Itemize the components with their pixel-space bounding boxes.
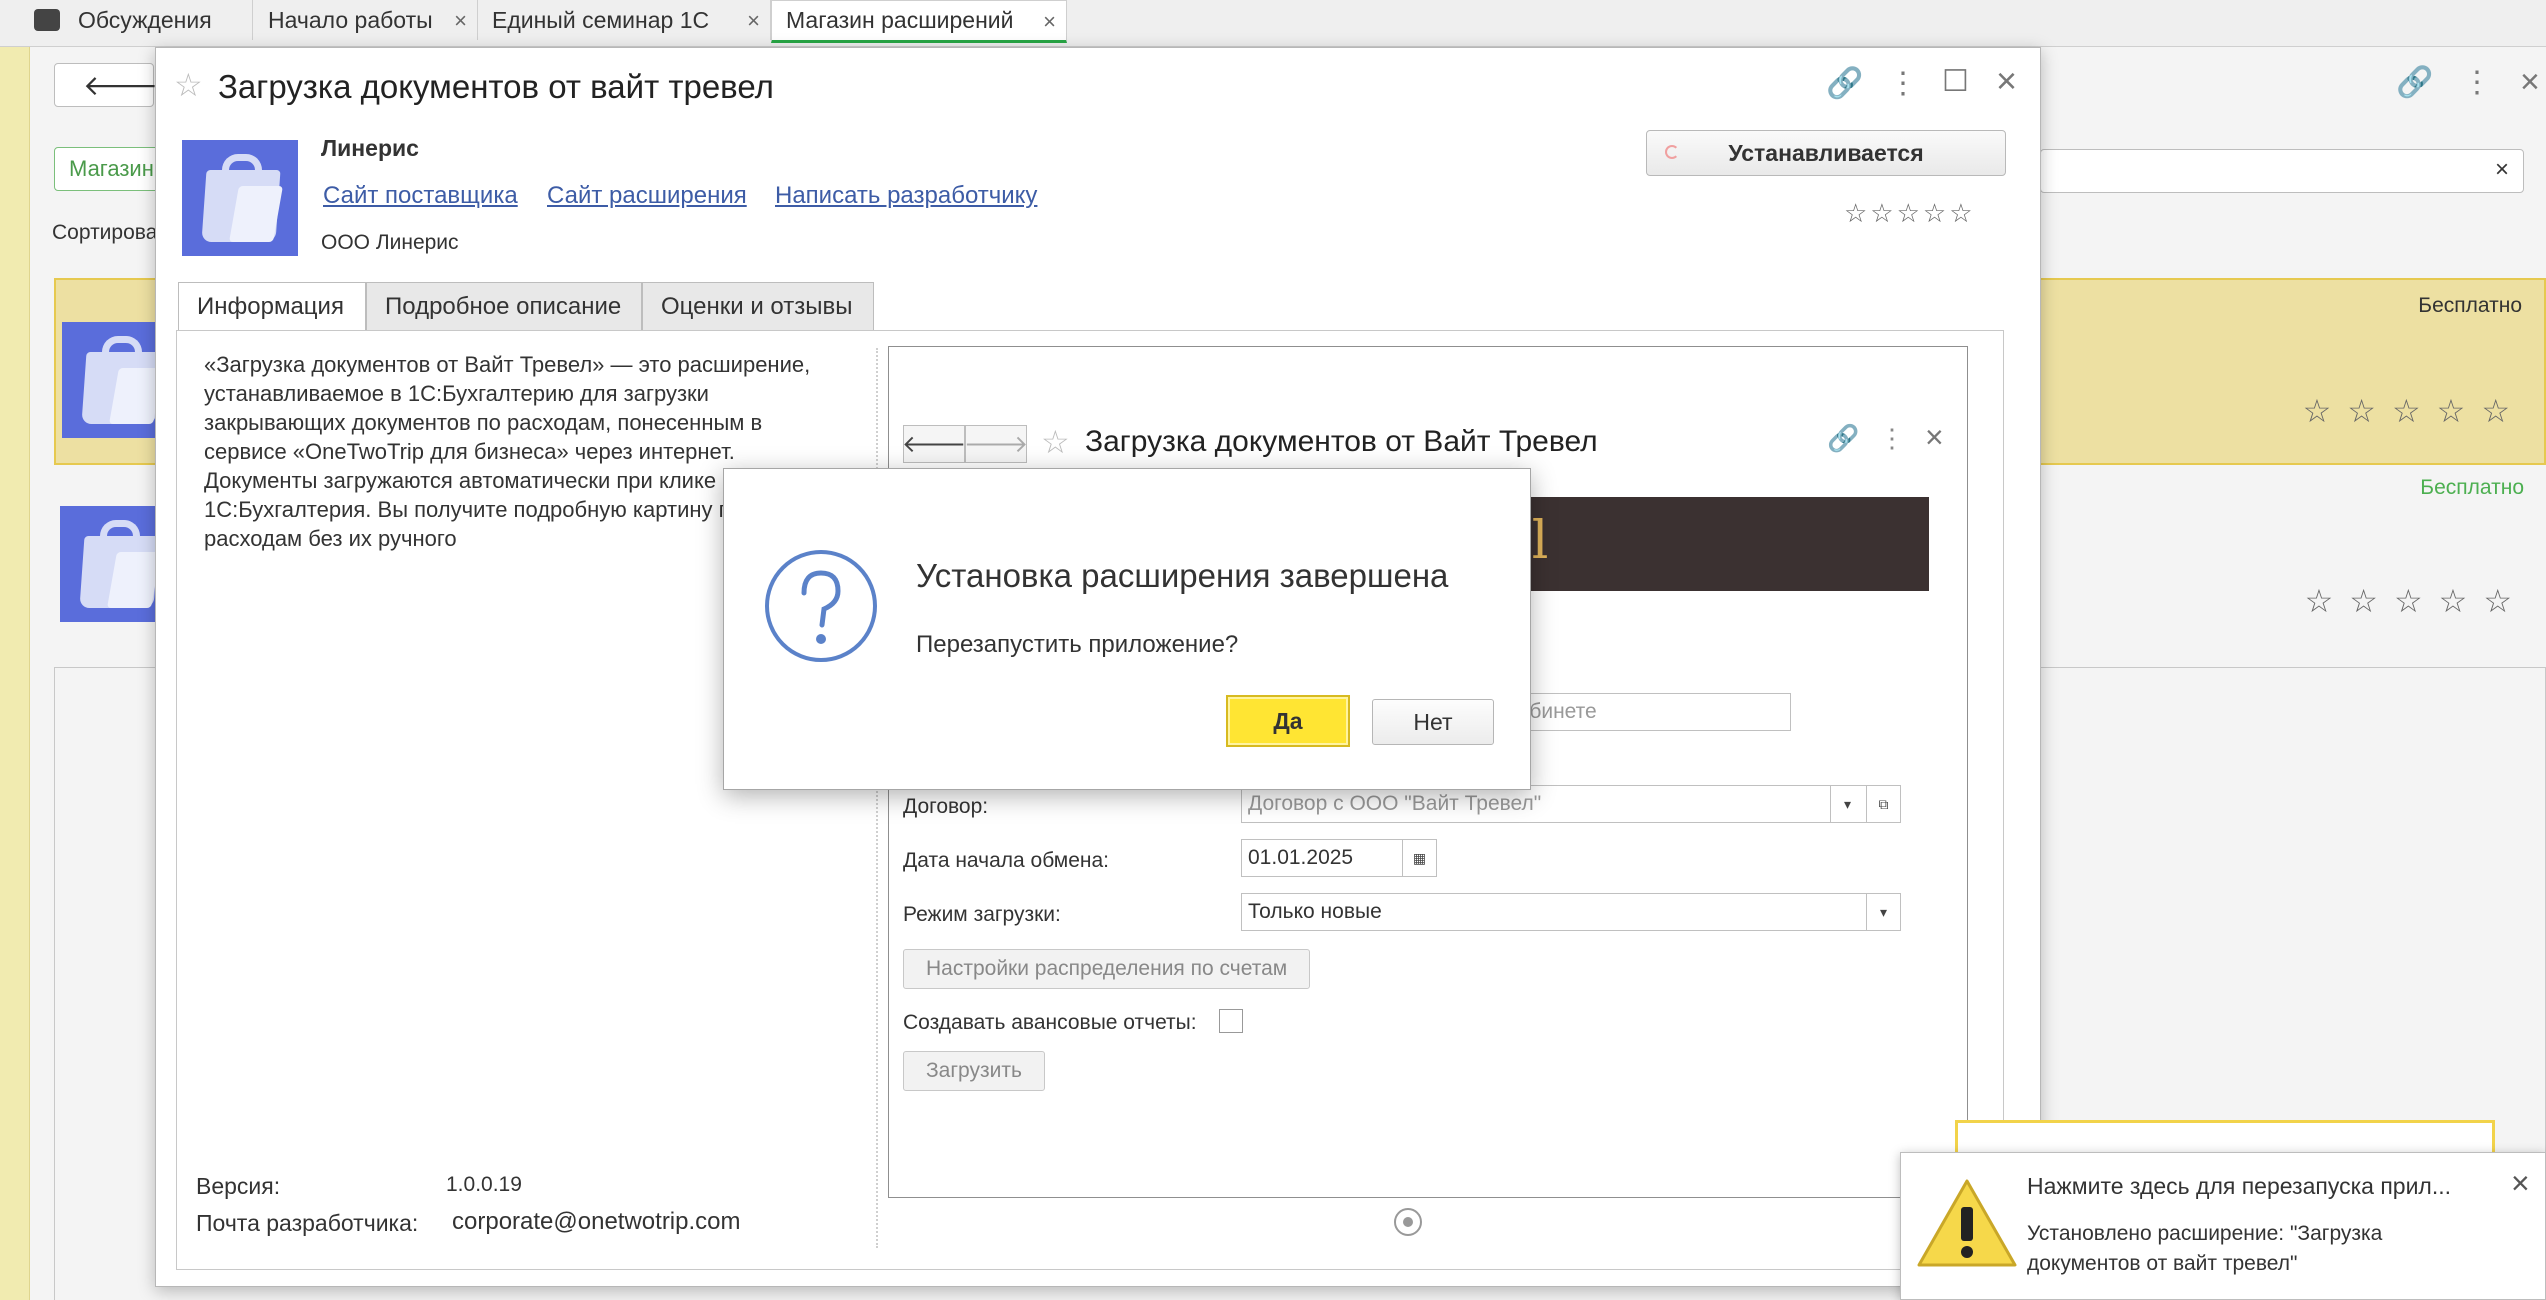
clear-icon[interactable]: ×: [2495, 156, 2509, 184]
section-tabs-bar: Обсуждения Начало работы × Единый семина…: [0, 0, 2546, 47]
distribution-settings-button: Настройки распределения по счетам: [903, 949, 1311, 989]
rating-stars[interactable]: ☆☆☆☆☆: [1844, 198, 1976, 229]
version-value: 1.0.0.19: [446, 1173, 522, 1196]
more-icon[interactable]: ⋮: [1888, 66, 1918, 101]
field-text: Договор с ООО "Вайт Тревел": [1248, 792, 1542, 815]
company-name: ООО Линерис: [321, 231, 459, 254]
notification-text: Установлено расширение: "Загрузка докуме…: [2027, 1222, 2383, 1275]
contract-label: Договор:: [903, 795, 989, 818]
arrow-left-icon: 🡐: [83, 70, 159, 101]
write-developer-link[interactable]: Написать разработчику: [775, 182, 1037, 210]
tab-label: Информация: [197, 293, 344, 320]
close-icon[interactable]: ×: [454, 8, 467, 34]
carousel-dot-icon[interactable]: [1394, 1208, 1422, 1236]
tab-label: Единый семинар 1С: [492, 6, 710, 33]
close-icon[interactable]: ×: [1996, 60, 2017, 102]
tab-seminar[interactable]: Единый семинар 1С ×: [478, 0, 771, 40]
link-icon[interactable]: 🔗: [1826, 66, 1863, 101]
tag-label: Магазин: [69, 156, 154, 181]
developer-email-label: Почта разработчика:: [196, 1210, 419, 1236]
dialog-title: Установка расширения завершена: [916, 557, 1449, 594]
maximize-icon[interactable]: ☐: [1942, 64, 1969, 99]
arrow-right-icon: 🡒: [963, 431, 1029, 458]
extension-site-link[interactable]: Сайт расширения: [547, 182, 747, 210]
vendor-logo-banner: el: [1497, 497, 1929, 591]
favorite-star-icon[interactable]: ☆: [174, 66, 203, 104]
window-title: Загрузка документов от вайт тревел: [218, 68, 774, 105]
vendor-name: Линерис: [321, 135, 419, 161]
back-button: 🡐: [901, 425, 967, 463]
tab-getting-started[interactable]: Начало работы ×: [254, 0, 478, 40]
date-label: Дата начала обмена:: [903, 849, 1110, 872]
no-button[interactable]: Нет: [1372, 699, 1494, 745]
tab-label: Подробное описание: [385, 292, 622, 320]
install-status-button[interactable]: Устанавливается: [1646, 130, 2006, 176]
more-icon[interactable]: ⋮: [2462, 65, 2492, 100]
close-icon[interactable]: ×: [1043, 9, 1056, 35]
close-icon[interactable]: ×: [747, 8, 760, 34]
restart-notification[interactable]: Нажмите здесь для перезапуска прил... × …: [1900, 1152, 2546, 1300]
link-icon: 🔗: [1827, 423, 1860, 453]
field-text: 01.01.2025: [1248, 846, 1354, 869]
spinner-icon: [1665, 145, 1679, 159]
tab-label: Обсуждения: [78, 6, 212, 33]
date-field: 01.01.2025 ▦: [1241, 839, 1437, 877]
tab-ratings-reviews[interactable]: Оценки и отзывы: [642, 282, 874, 331]
search-input[interactable]: ×: [2040, 149, 2524, 193]
contract-field: Договор с ООО "Вайт Тревел" ▾ ⧉: [1241, 785, 1901, 823]
mode-field: Только новые ▾: [1241, 893, 1901, 931]
tab-label: Магазин расширений: [786, 7, 1014, 33]
dropdown-icon: ▾: [1866, 894, 1900, 930]
close-icon: ×: [1925, 419, 1944, 455]
restart-dialog: Установка расширения завершена Перезапус…: [723, 468, 1531, 790]
mode-label: Режим загрузки:: [903, 903, 1061, 926]
version-label: Версия:: [196, 1173, 281, 1199]
advance-reports-checkbox: [1219, 1009, 1243, 1033]
button-label: Устанавливается: [1728, 139, 1924, 166]
tab-extension-store[interactable]: Магазин расширений ×: [771, 0, 1067, 43]
more-icon: ⋮: [1879, 423, 1905, 453]
sort-label: Сортирова: [52, 221, 158, 244]
link-icon[interactable]: 🔗: [2396, 65, 2433, 100]
open-icon: ⧉: [1866, 786, 1900, 822]
question-icon: [765, 550, 877, 662]
screenshot-title: Загрузка документов от Вайт Тревел: [1085, 425, 1598, 458]
price-label: Бесплатно: [2420, 476, 2524, 499]
rating-stars: ☆☆☆☆☆: [2302, 393, 2526, 429]
tab-discussions[interactable]: Обсуждения: [0, 0, 253, 40]
tab-label: Оценки и отзывы: [661, 292, 853, 320]
price-label: Бесплатно: [2418, 294, 2522, 317]
advance-reports-label: Создавать авансовые отчеты:: [903, 1011, 1197, 1034]
back-button[interactable]: 🡐: [54, 63, 158, 107]
developer-email-value: corporate@onetwotrip.com: [452, 1208, 741, 1235]
dialog-question: Перезапустить приложение?: [916, 631, 1239, 658]
tab-detailed-description[interactable]: Подробное описание: [366, 282, 642, 331]
extension-logo: [182, 140, 298, 256]
field-text: Только новые: [1248, 900, 1382, 923]
close-icon[interactable]: ×: [2511, 1165, 2530, 1202]
left-panel: [0, 47, 30, 1300]
forward-button: 🡒: [963, 425, 1029, 463]
arrow-left-icon: 🡐: [901, 431, 967, 458]
tab-information[interactable]: Информация: [178, 282, 366, 332]
dropdown-icon: ▾: [1830, 786, 1864, 822]
close-icon[interactable]: ×: [2520, 63, 2540, 102]
tab-label: Начало работы: [268, 6, 433, 33]
calendar-icon: ▦: [1402, 840, 1436, 876]
rating-stars: ☆☆☆☆☆: [2304, 583, 2528, 619]
discussions-icon: [34, 9, 60, 31]
notification-title[interactable]: Нажмите здесь для перезапуска прил...: [2027, 1173, 2451, 1200]
vendor-site-link[interactable]: Сайт поставщика: [323, 182, 518, 210]
yes-button[interactable]: Да: [1226, 695, 1350, 747]
load-button: Загрузить: [903, 1051, 1045, 1091]
warning-icon: [1917, 1179, 2017, 1267]
favorite-star-icon: ☆: [1041, 424, 1070, 460]
